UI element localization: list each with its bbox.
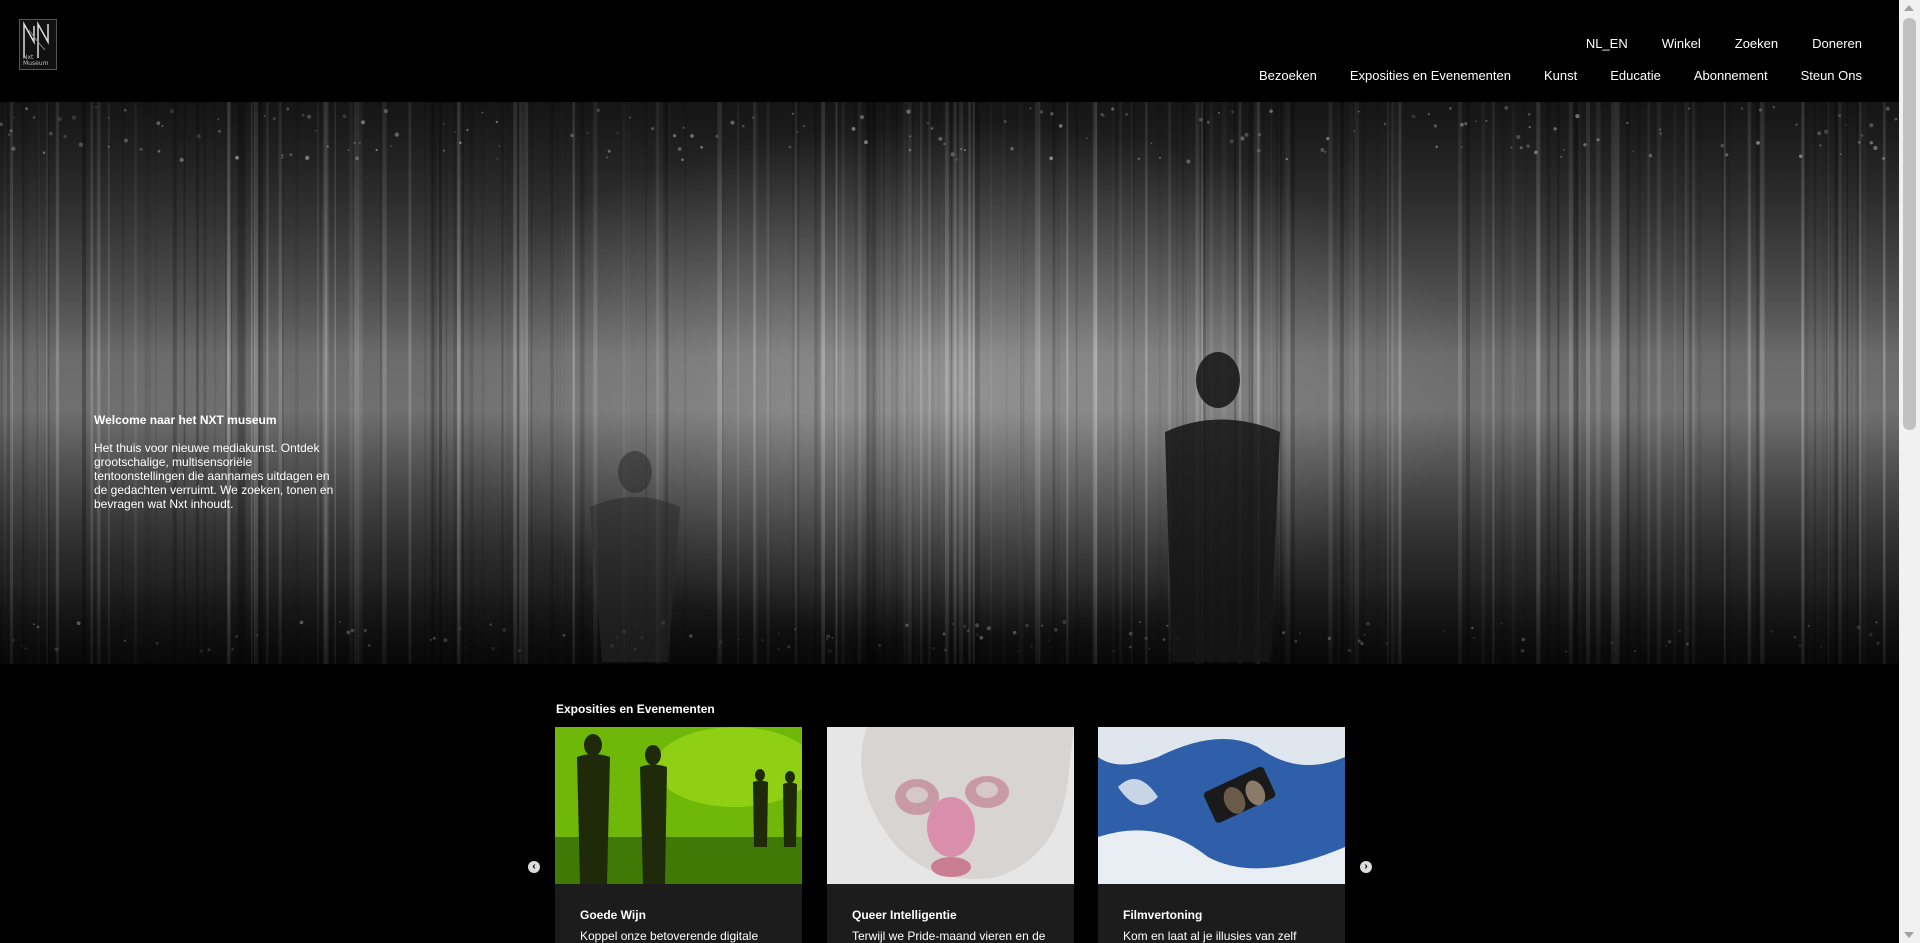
section-title: Exposities en Evenementen (556, 702, 715, 716)
scroll-thumb[interactable] (1903, 18, 1916, 430)
nav-abonnement[interactable]: Abonnement (1694, 68, 1768, 83)
card-title: Filmvertoning (1123, 908, 1203, 922)
carousel-next-button[interactable]: › (1360, 861, 1372, 873)
card-title: Goede Wijn (580, 908, 646, 922)
nav-doneren[interactable]: Doneren (1812, 36, 1862, 51)
scroll-up-icon[interactable] (1904, 5, 1914, 11)
hero-body: Het thuis voor nieuwe mediakunst. Ontdek… (94, 441, 334, 511)
nxt-logo[interactable]: Nxt Museum (19, 19, 57, 70)
card-description: Kom en laat al je illusies van zelf (1123, 929, 1297, 943)
hero-title: Welcome naar het NXT museum (94, 413, 277, 427)
event-card[interactable]: Goede Wijn Koppel onze betoverende digit… (555, 727, 802, 943)
event-card[interactable]: Filmvertoning Kom en laat al je illusies… (1098, 727, 1345, 943)
card-description: Terwijl we Pride-maand vieren en de (852, 929, 1046, 943)
nav-educatie[interactable]: Educatie (1610, 68, 1661, 83)
card-image (827, 727, 1074, 884)
nav-bezoeken[interactable]: Bezoeken (1259, 68, 1317, 83)
exhibitions-carousel: Goede Wijn Koppel onze betoverende digit… (555, 727, 1345, 943)
card-description: Koppel onze betoverende digitale (580, 929, 759, 943)
main-nav: Bezoeken Exposities en Evenementen Kunst… (1226, 68, 1862, 83)
hero-text: Welcome naar het NXT museum Het thuis vo… (94, 413, 344, 511)
site-header: Nxt Museum NL_EN Winkel Zoeken Doneren B… (0, 0, 1899, 102)
utility-nav: NL_EN Winkel Zoeken Doneren (1552, 36, 1862, 51)
nav-language[interactable]: NL_EN (1586, 36, 1628, 51)
card-title: Queer Intelligentie (852, 908, 957, 922)
page-scrollbar[interactable] (1899, 0, 1920, 943)
logo-text: Nxt Museum (23, 54, 49, 67)
carousel-prev-button[interactable]: ‹ (528, 861, 540, 873)
card-image (1098, 727, 1345, 884)
nav-zoeken[interactable]: Zoeken (1735, 36, 1778, 51)
nav-kunst[interactable]: Kunst (1544, 68, 1577, 83)
hero-banner: Welcome naar het NXT museum Het thuis vo… (0, 102, 1899, 664)
scroll-down-icon[interactable] (1904, 932, 1914, 938)
event-card[interactable]: Queer Intelligentie Terwijl we Pride-maa… (827, 727, 1074, 943)
chevron-right-icon: › (1364, 861, 1368, 872)
chevron-left-icon: ‹ (532, 861, 536, 872)
nav-steun-ons[interactable]: Steun Ons (1801, 68, 1862, 83)
nav-exposities[interactable]: Exposities en Evenementen (1350, 68, 1511, 83)
card-image (555, 727, 802, 884)
hero-image (0, 102, 1899, 664)
nav-winkel[interactable]: Winkel (1662, 36, 1701, 51)
